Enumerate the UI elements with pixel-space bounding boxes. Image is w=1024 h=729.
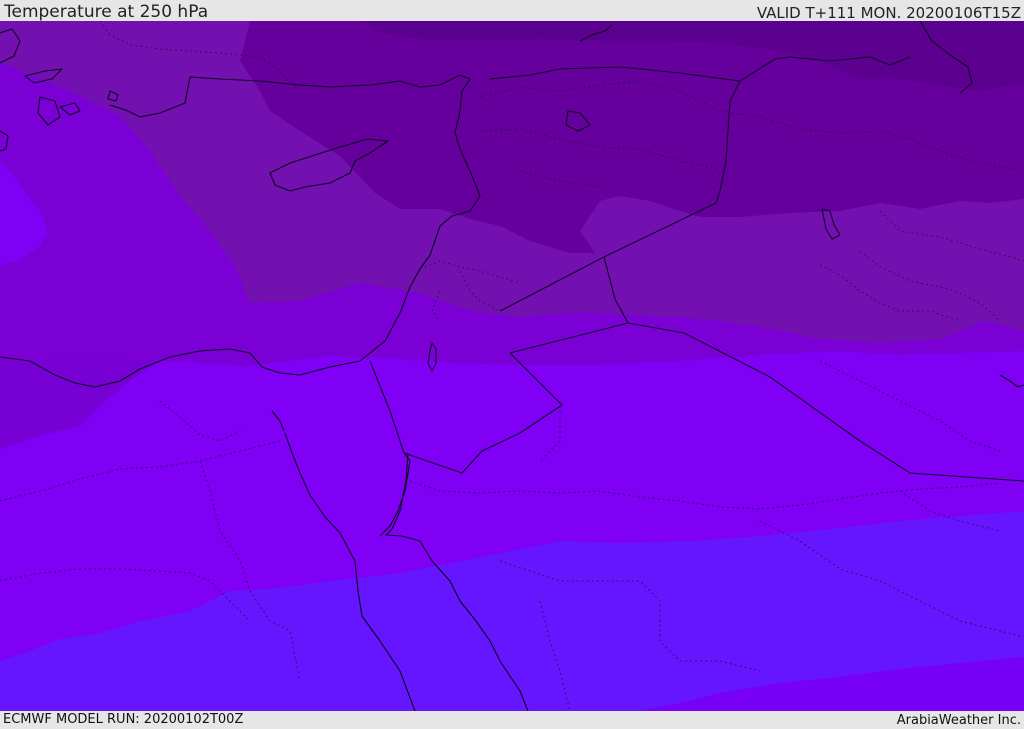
temperature-map[interactable]	[0, 21, 1024, 711]
footer-bar: ECMWF MODEL RUN: 20200102T00Z ArabiaWeat…	[0, 711, 1024, 729]
credit-label: ArabiaWeather Inc.	[896, 713, 1021, 728]
map-title: Temperature at 250 hPa	[4, 2, 209, 22]
weather-map-frame: Temperature at 250 hPa VALID T+111 MON. …	[0, 0, 1024, 729]
valid-time: VALID T+111 MON. 20200106T15Z	[756, 4, 1021, 22]
header-bar: Temperature at 250 hPa VALID T+111 MON. …	[0, 0, 1024, 22]
model-run: ECMWF MODEL RUN: 20200102T00Z	[3, 712, 244, 727]
